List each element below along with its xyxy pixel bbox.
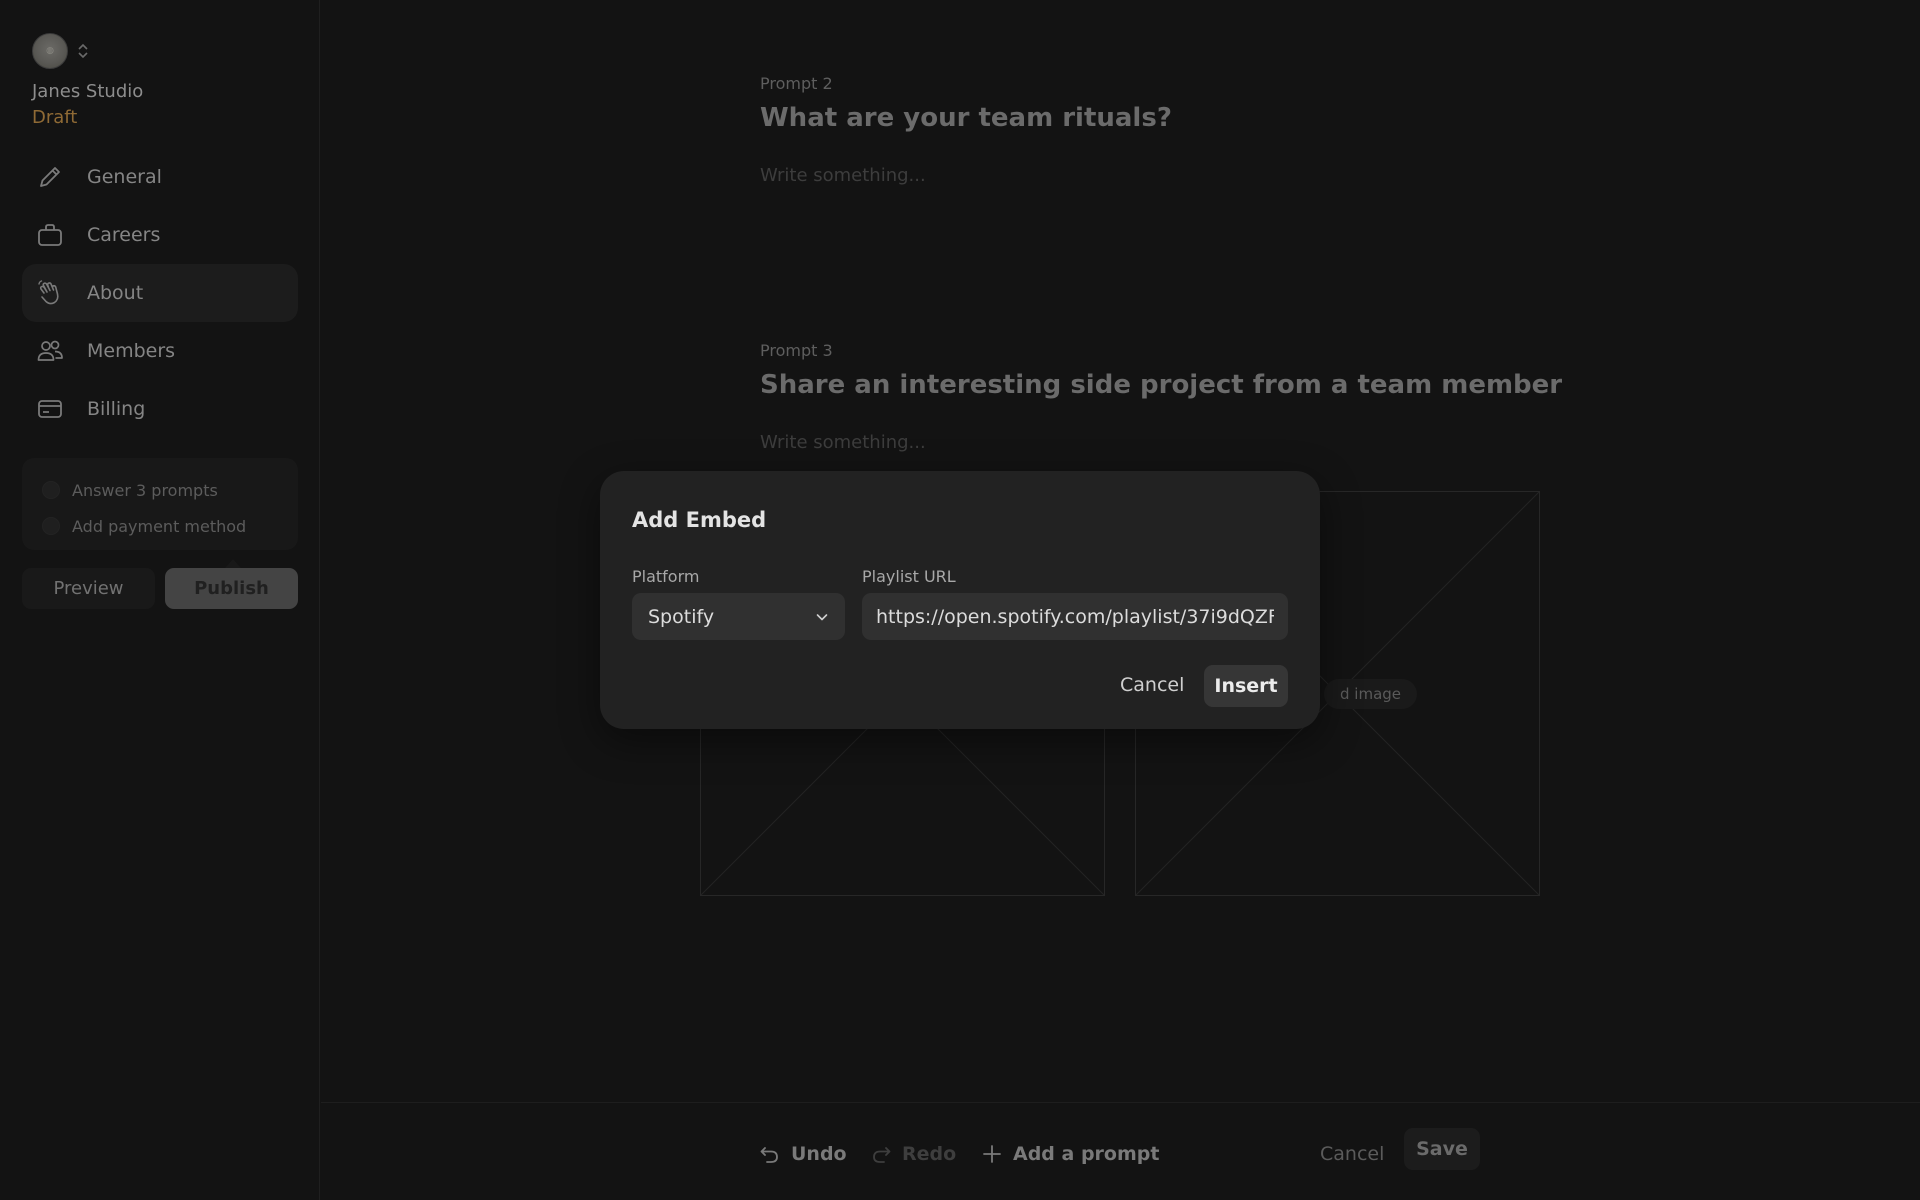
checklist-item[interactable]: Add payment method (22, 508, 298, 544)
sidebar-item-label: General (87, 166, 162, 188)
dialog-title: Add Embed (632, 508, 767, 532)
chevron-down-icon (816, 614, 828, 621)
platform-label: Platform (632, 567, 700, 586)
users-icon (37, 340, 63, 361)
sidebar-item-members[interactable]: Members (22, 322, 298, 380)
chevron-up-down-icon (78, 43, 88, 59)
briefcase-icon (38, 224, 62, 246)
prompt-answer-input[interactable]: Write something... (760, 165, 926, 186)
workspace-name: Janes Studio (32, 81, 144, 102)
sidebar-actions: Preview Publish (22, 559, 298, 609)
sidebar: ◍ Janes Studio Draft General Careers Abo… (0, 0, 320, 1200)
add-image-button[interactable]: d image (1324, 679, 1418, 709)
platform-select[interactable]: Spotify (632, 593, 845, 640)
prompt-answer-input[interactable]: Write something... (760, 432, 926, 453)
credit-card-icon (38, 400, 62, 418)
onboarding-checklist: Answer 3 prompts Add payment method (22, 458, 298, 550)
add-prompt-label: Add a prompt (1013, 1143, 1160, 1165)
publish-button[interactable]: Publish (165, 559, 298, 609)
add-embed-dialog: Add Embed Platform Playlist URL Spotify … (600, 471, 1320, 729)
checkbox-circle-icon (42, 517, 60, 535)
cancel-button[interactable]: Cancel (1320, 1133, 1384, 1175)
sidebar-item-general[interactable]: General (22, 148, 298, 206)
save-button[interactable]: Save (1404, 1128, 1480, 1170)
sidebar-item-label: Billing (87, 398, 146, 420)
studio-logo-icon: ◍ (32, 33, 68, 69)
editor-bottom-bar: Undo Redo Add a prompt Cancel Save (321, 1102, 1920, 1200)
sidebar-item-billing[interactable]: Billing (22, 380, 298, 438)
sidebar-item-about[interactable]: About (22, 264, 298, 322)
checklist-label: Answer 3 prompts (72, 480, 218, 500)
prompt-label: Prompt 3 (760, 341, 833, 360)
sidebar-item-label: About (87, 282, 144, 304)
sidebar-item-label: Members (87, 340, 176, 362)
pencil-icon (40, 167, 60, 187)
checklist-label: Add payment method (72, 516, 247, 536)
prompt-title: Share an interesting side project from a… (760, 370, 1563, 400)
workspace-status: Draft (32, 107, 78, 128)
checklist-item[interactable]: Answer 3 prompts (22, 472, 298, 508)
playlist-url-input[interactable] (862, 593, 1288, 640)
preview-button[interactable]: Preview (22, 568, 155, 609)
redo-button[interactable]: Redo (870, 1133, 956, 1175)
platform-selected-value: Spotify (648, 605, 715, 628)
add-prompt-button[interactable]: Add a prompt (981, 1133, 1159, 1175)
insert-button[interactable]: Insert (1204, 665, 1288, 707)
prompt-label: Prompt 2 (760, 74, 833, 93)
undo-button[interactable]: Undo (759, 1133, 847, 1175)
waving-hand-icon (38, 280, 59, 305)
plus-icon (983, 1145, 1001, 1163)
sidebar-item-careers[interactable]: Careers (22, 206, 298, 264)
sidebar-item-label: Careers (87, 224, 161, 246)
redo-icon (873, 1147, 891, 1163)
sidebar-nav: General Careers About Members Billing (22, 148, 298, 438)
undo-label: Undo (791, 1143, 847, 1165)
redo-label: Redo (902, 1143, 957, 1165)
playlist-url-label: Playlist URL (862, 567, 956, 586)
prompt-title: What are your team rituals? (760, 103, 1172, 133)
undo-icon (760, 1147, 778, 1163)
checkbox-circle-icon (42, 481, 60, 499)
workspace-switcher[interactable]: ◍ (32, 33, 90, 69)
dialog-cancel-button[interactable]: Cancel (1120, 664, 1184, 706)
